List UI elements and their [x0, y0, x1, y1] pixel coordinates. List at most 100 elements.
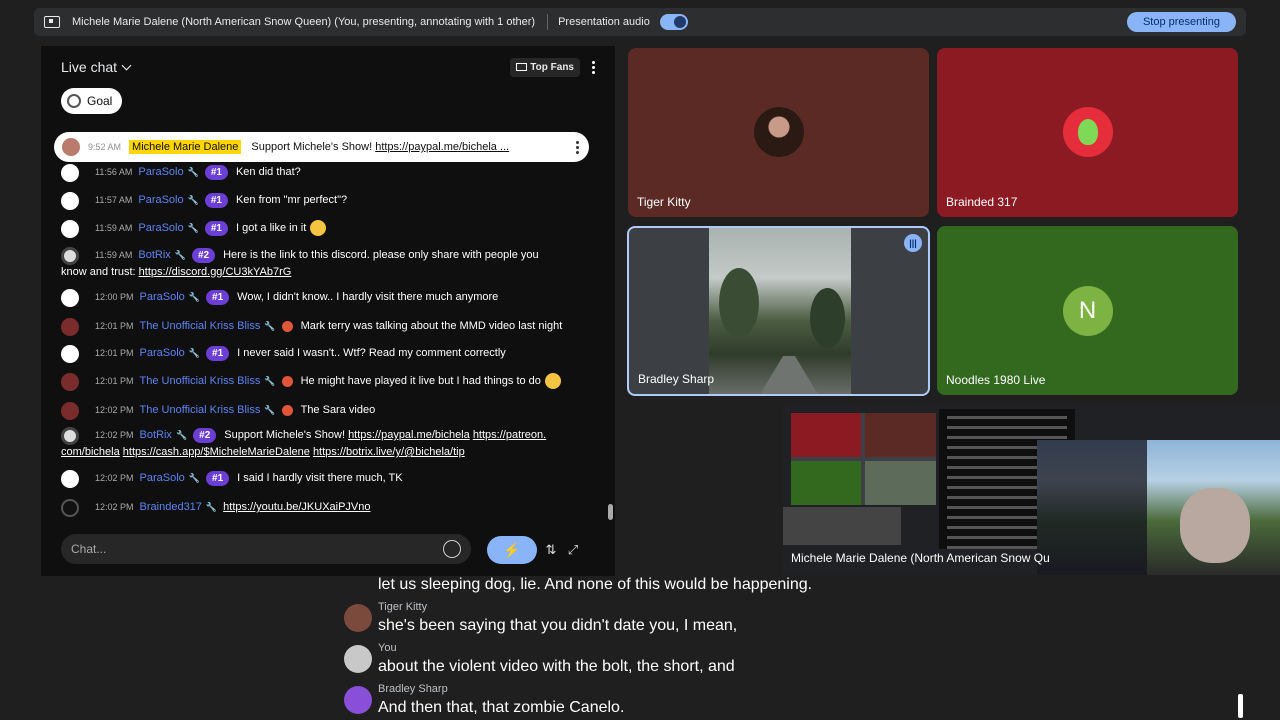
message-link[interactable]: https://discord.gg/CU3kYAb7rG: [139, 266, 292, 278]
goal-icon: [67, 94, 81, 108]
message-time: 12:01 PM: [95, 348, 134, 358]
expand-icon[interactable]: ⤢: [565, 542, 581, 558]
message-link[interactable]: https://botrix.live/y/@bichela/tip: [313, 446, 465, 458]
avatar: [344, 645, 372, 673]
list-item: 12:02 PM BotRix 🔧 #2 Support Michele's Show!…: [61, 427, 591, 461]
participant-name: Tiger Kitty: [637, 195, 691, 209]
message-link[interactable]: com/bichela: [61, 446, 120, 458]
message-author[interactable]: ParaSolo: [140, 347, 185, 359]
list-item: 12:01 PM The Unofficial Kriss Bliss 🔧 He mi…: [61, 373, 591, 391]
participant-name: Bradley Sharp: [638, 372, 715, 386]
wrench-icon: 🔧: [175, 430, 188, 440]
message-link[interactable]: https://cash.app/$MicheleMarieDalene: [123, 446, 310, 458]
participant-name: Noodles 1980 Live: [946, 373, 1046, 387]
divider: [547, 14, 549, 30]
avatar: [62, 138, 80, 156]
message-author[interactable]: BotRix: [140, 429, 172, 441]
message-text: Wow, I didn't know.. I hardly visit ther…: [237, 291, 499, 303]
message-author[interactable]: The Unofficial Kriss Bliss: [140, 320, 261, 332]
member-badge-icon: [281, 404, 293, 416]
message-text: Support Michele's Show!: [224, 429, 345, 441]
message-link[interactable]: https://paypal.me/bichela: [348, 429, 470, 441]
participant-tile[interactable]: ||| Bradley Sharp: [627, 226, 930, 396]
wrench-icon: 🔧: [174, 250, 186, 260]
message-text: I got a like in it: [235, 222, 307, 234]
message-author[interactable]: The Unofficial Kriss Bliss: [140, 404, 261, 416]
alien-icon: [1077, 119, 1098, 145]
message-time: 12:00 PM: [95, 292, 134, 302]
caption-speaker: Tiger Kitty: [378, 601, 428, 613]
participant-tile[interactable]: Brainded 317: [937, 48, 1238, 217]
message-author[interactable]: ParaSolo: [138, 194, 183, 206]
captions-scrollbar[interactable]: [1238, 694, 1243, 718]
message-time: 12:02 PM: [95, 430, 134, 440]
chevron-down-icon[interactable]: [121, 60, 132, 70]
message-author[interactable]: ParaSolo: [140, 472, 185, 484]
message-text: I said I hardly visit there much, TK: [237, 472, 403, 484]
rank-badge: #1: [204, 165, 228, 180]
presentation-tile[interactable]: Michele Marie Dalene (North American Sno…: [783, 405, 1280, 575]
chat-input[interactable]: Chat...: [61, 534, 471, 564]
presentation-audio-toggle[interactable]: [659, 14, 688, 30]
message-link[interactable]: https://patreon.: [473, 429, 546, 441]
pinned-text: Support Michele's Show!: [251, 141, 373, 153]
pinned-message[interactable]: 9:52 AM Michele Marie Dalene Support Mic…: [54, 132, 589, 162]
presentation-bar: Michele Marie Dalene (North American Sno…: [34, 8, 1246, 36]
goal-button[interactable]: Goal: [61, 88, 123, 114]
message-author[interactable]: The Unofficial Kriss Bliss: [140, 375, 261, 387]
pinned-author: Michele Marie Dalene: [129, 140, 242, 154]
top-fans-button[interactable]: Top Fans: [510, 57, 580, 77]
avatar: [344, 686, 372, 714]
message-author[interactable]: ParaSolo: [140, 291, 185, 303]
avatar: [61, 499, 79, 517]
presentation-preview: [791, 413, 936, 505]
avatar: [61, 192, 79, 210]
participant-tile[interactable]: N Noodles 1980 Live: [937, 226, 1238, 395]
list-item: 12:02 PM Brainded317 🔧 https://youtu.be/JKU…: [61, 499, 591, 517]
speaking-indicator-icon: |||: [904, 234, 922, 252]
wrench-icon: 🔧: [187, 195, 199, 205]
pinned-link[interactable]: https://paypal.me/bichela ...: [375, 141, 509, 153]
message-link[interactable]: https://youtu.be/JKUXaiPJVno: [223, 501, 370, 513]
message-text: He might have played it live but I had t…: [300, 375, 541, 387]
chat-title[interactable]: Live chat: [61, 59, 117, 75]
stop-presenting-button[interactable]: Stop presenting: [1126, 12, 1236, 32]
rank-badge: #1: [204, 221, 228, 236]
message-text: Mark terry was talking about the MMD vid…: [300, 320, 563, 332]
rank-badge: #1: [206, 290, 230, 305]
message-author[interactable]: ParaSolo: [138, 166, 183, 178]
cursor-icon[interactable]: ⇅: [543, 542, 559, 558]
list-item: 12:02 PM ParaSolo 🔧 #1 I said I hardly visit…: [61, 470, 591, 488]
message-text: Here is the link to this discord. please…: [223, 249, 539, 261]
message-author[interactable]: Brainded317: [140, 501, 202, 513]
avatar: [61, 247, 79, 265]
message-time: 11:59 AM: [95, 223, 133, 233]
member-badge-icon: [281, 320, 293, 332]
message-text: know and trust:: [61, 266, 136, 278]
wrench-icon: 🔧: [205, 502, 218, 512]
participant-tile[interactable]: Tiger Kitty: [628, 48, 929, 217]
chat-scrollbar[interactable]: [608, 504, 613, 520]
message-text: Ken from "mr perfect"?: [235, 194, 348, 206]
caption-text: about the violent video with the bolt, t…: [378, 658, 735, 675]
wrench-icon: 🔧: [188, 348, 201, 358]
pinned-more-icon[interactable]: [576, 140, 579, 154]
message-author[interactable]: ParaSolo: [138, 222, 183, 234]
wrench-icon: 🔧: [188, 473, 201, 483]
list-item: 12:01 PM ParaSolo 🔧 #1 I never said I wasn't…: [61, 345, 591, 363]
camera-video: [709, 228, 851, 394]
lightning-icon[interactable]: ⚡: [487, 536, 537, 564]
message-time: 12:02 PM: [95, 473, 134, 483]
wrench-icon: 🔧: [264, 405, 276, 415]
avatar: [61, 470, 79, 488]
message-author[interactable]: BotRix: [138, 249, 170, 261]
present-screen-icon: [44, 16, 60, 28]
avatar: [61, 373, 79, 391]
presenter-name: Michele Marie Dalene (North American Sno…: [791, 551, 1050, 565]
emoji-icon[interactable]: [443, 540, 461, 558]
participant-name: Brainded 317: [946, 195, 1018, 209]
goal-label: Goal: [87, 94, 113, 108]
avatar: [61, 220, 79, 238]
more-options-icon[interactable]: [592, 60, 595, 74]
pinned-time: 9:52 AM: [88, 142, 122, 152]
